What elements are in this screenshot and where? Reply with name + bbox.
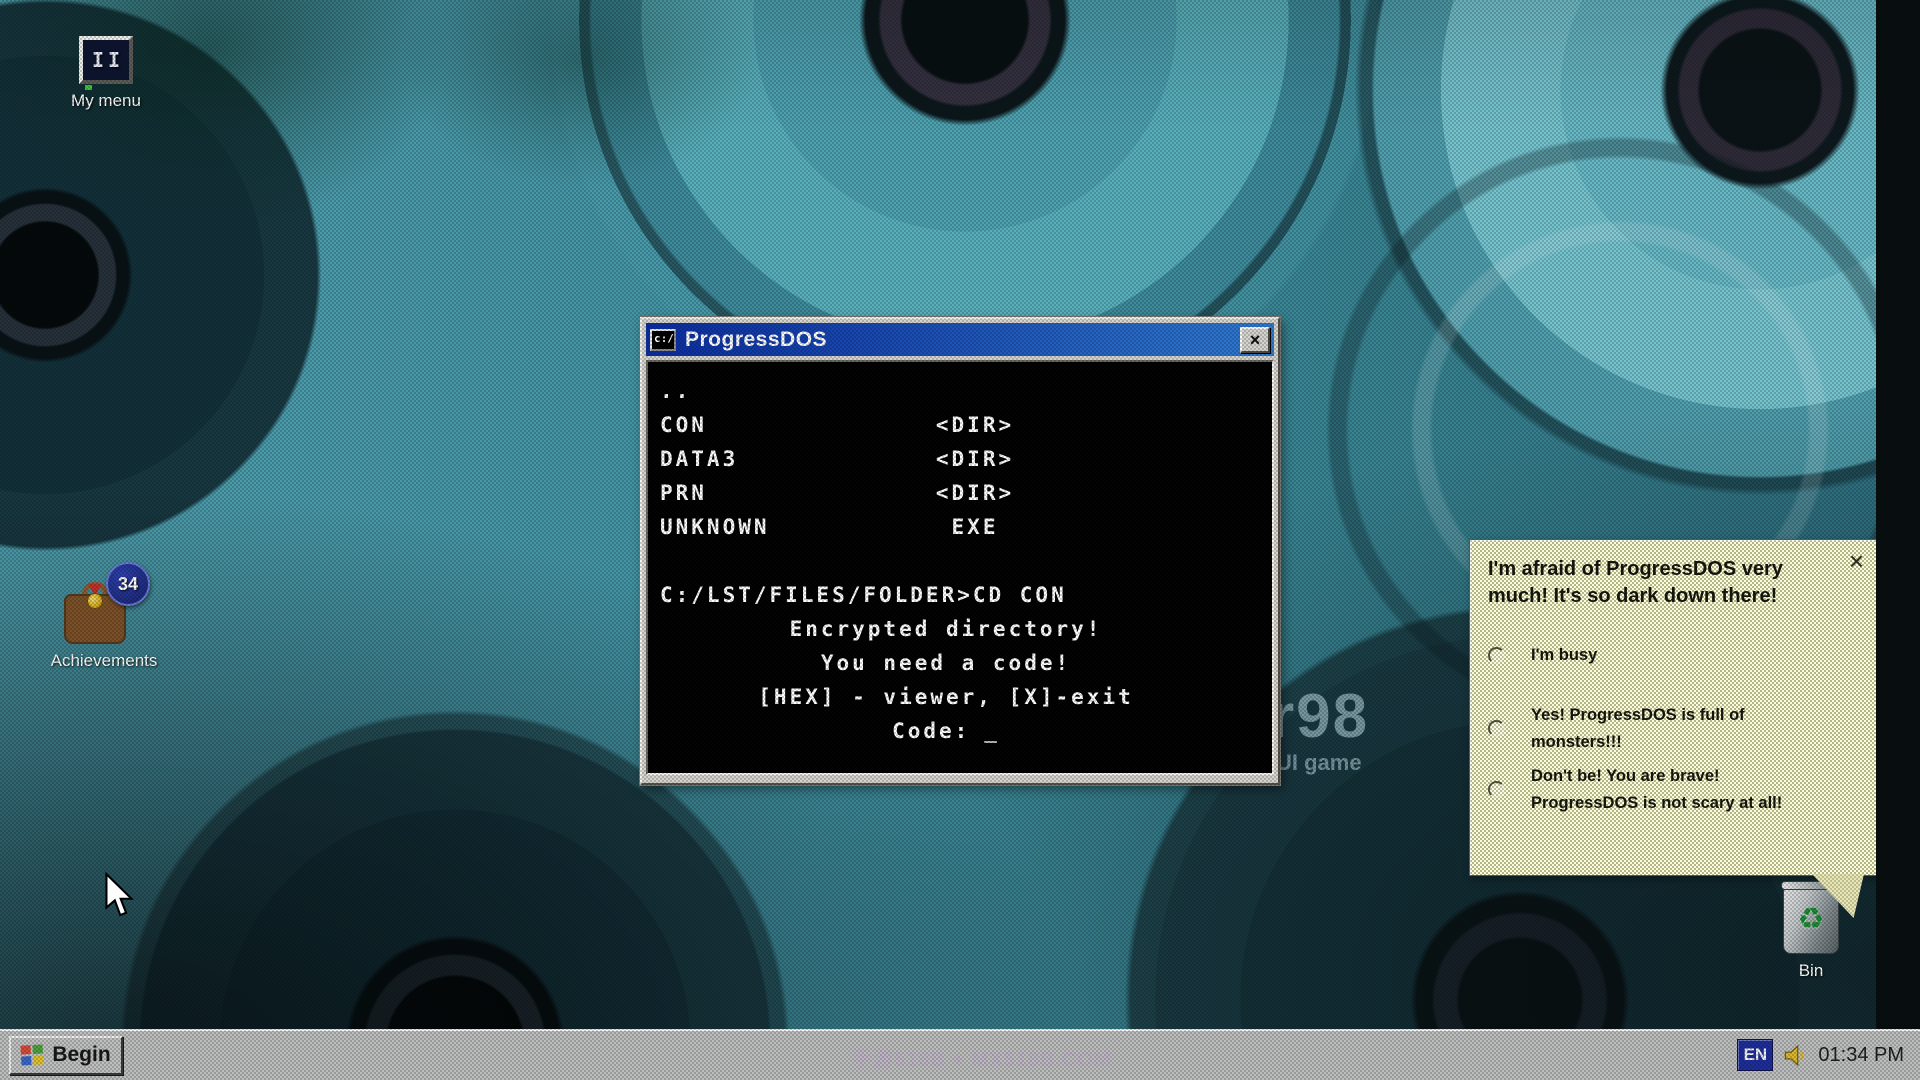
achievements-icon: 34 xyxy=(58,578,150,644)
dir-name: PRN xyxy=(660,476,920,510)
close-icon: × xyxy=(1250,331,1261,349)
bubble-option-busy[interactable]: I'm busy xyxy=(1488,642,1858,668)
terminal-prompt-line: C:/LST/FILES/FOLDER>CD CON xyxy=(660,578,1262,612)
bubble-option-label: Don't be! You are brave! ProgressDOS is … xyxy=(1531,763,1786,816)
dir-type: EXE xyxy=(920,510,1030,544)
terminal-message: You need a code! xyxy=(660,646,1262,680)
dir-name: CON xyxy=(660,408,920,442)
begin-button-label: Begin xyxy=(52,1043,110,1067)
ms-dos-icon: c:/ xyxy=(650,329,676,351)
my-menu-icon-led xyxy=(85,85,92,90)
achievements-count-badge: 34 xyxy=(106,562,150,606)
my-menu-icon: II xyxy=(79,36,133,84)
window-titlebar[interactable]: c:/ ProgressDOS × xyxy=(646,323,1274,356)
radio-icon[interactable] xyxy=(1488,720,1505,737)
bubble-option-label: I'm busy xyxy=(1531,642,1786,668)
code-label: Code: xyxy=(892,719,970,743)
dir-type: <DIR> xyxy=(920,408,1030,442)
dir-row: UNKNOWN EXE xyxy=(660,510,1262,544)
window-title: ProgressDOS xyxy=(685,328,1240,352)
dos-terminal[interactable]: .. CON <DIR> DATA3 <DIR> PRN <DIR> UNKNO… xyxy=(646,360,1274,775)
bubble-message: I'm afraid of ProgressDOS very much! It'… xyxy=(1488,556,1788,610)
bubble-option-brave[interactable]: Don't be! You are brave! ProgressDOS is … xyxy=(1488,763,1858,816)
system-tray: EN 01:34 PM xyxy=(1737,1039,1920,1071)
mouse-cursor xyxy=(104,872,134,918)
terminal-message: Encrypted directory! xyxy=(660,612,1262,646)
dir-row: PRN <DIR> xyxy=(660,476,1262,510)
taskbar-watermark: 手游518B + MX518B.COM xyxy=(852,1043,1112,1072)
medal-icon xyxy=(87,593,103,609)
my-menu-icon-bars: II xyxy=(88,48,124,72)
bubble-close-icon[interactable]: × xyxy=(1849,548,1864,574)
speaker-icon[interactable] xyxy=(1782,1042,1809,1069)
begin-start-button[interactable]: Begin xyxy=(9,1036,123,1075)
dir-type: <DIR> xyxy=(920,442,1030,476)
bubble-option-label: Yes! ProgressDOS is full of monsters!!! xyxy=(1531,702,1786,755)
dir-name: UNKNOWN xyxy=(660,510,920,544)
terminal-blank-line xyxy=(660,544,1262,578)
terminal-message: [HEX] - viewer, [X]-exit xyxy=(660,680,1262,714)
radio-icon[interactable] xyxy=(1488,647,1505,664)
dir-row: .. xyxy=(660,374,1262,408)
bubble-option-monsters[interactable]: Yes! ProgressDOS is full of monsters!!! xyxy=(1488,702,1858,755)
radio-icon[interactable] xyxy=(1488,781,1505,798)
desktop-icon-label: Achievements xyxy=(51,651,158,671)
desktop-icon-label: My menu xyxy=(71,91,141,111)
desktop-icon-my-menu[interactable]: II My menu xyxy=(48,36,164,111)
screen-edge-bar xyxy=(1876,0,1920,1029)
dir-row: DATA3 <DIR> xyxy=(660,442,1262,476)
text-cursor: _ xyxy=(984,719,1000,743)
close-button[interactable]: × xyxy=(1240,327,1270,353)
character-speech-bubble: × I'm afraid of ProgressDOS very much! I… xyxy=(1469,539,1877,876)
recycle-symbol-icon: ♻ xyxy=(1798,905,1825,935)
progressdos-window: c:/ ProgressDOS × .. CON <DIR> DATA3 <DI… xyxy=(640,317,1280,785)
dir-name: .. xyxy=(660,374,920,408)
dir-name: DATA3 xyxy=(660,442,920,476)
dir-type xyxy=(920,374,1030,408)
desktop-icon-label: Bin xyxy=(1799,961,1824,981)
language-indicator[interactable]: EN xyxy=(1737,1039,1773,1071)
dir-type: <DIR> xyxy=(920,476,1030,510)
ms-dos-icon-glyph: c:/ xyxy=(654,331,674,346)
desktop-icon-achievements[interactable]: 34 Achievements xyxy=(33,578,175,671)
dir-row: CON <DIR> xyxy=(660,408,1262,442)
code-entry-line[interactable]: Code: _ xyxy=(660,714,1262,748)
recycle-bin-icon: ♻ xyxy=(1783,886,1839,954)
begin-logo-icon xyxy=(21,1044,44,1065)
taskbar: Begin 手游518B + MX518B.COM EN 01:34 PM xyxy=(0,1029,1920,1080)
taskbar-clock[interactable]: 01:34 PM xyxy=(1818,1044,1904,1067)
